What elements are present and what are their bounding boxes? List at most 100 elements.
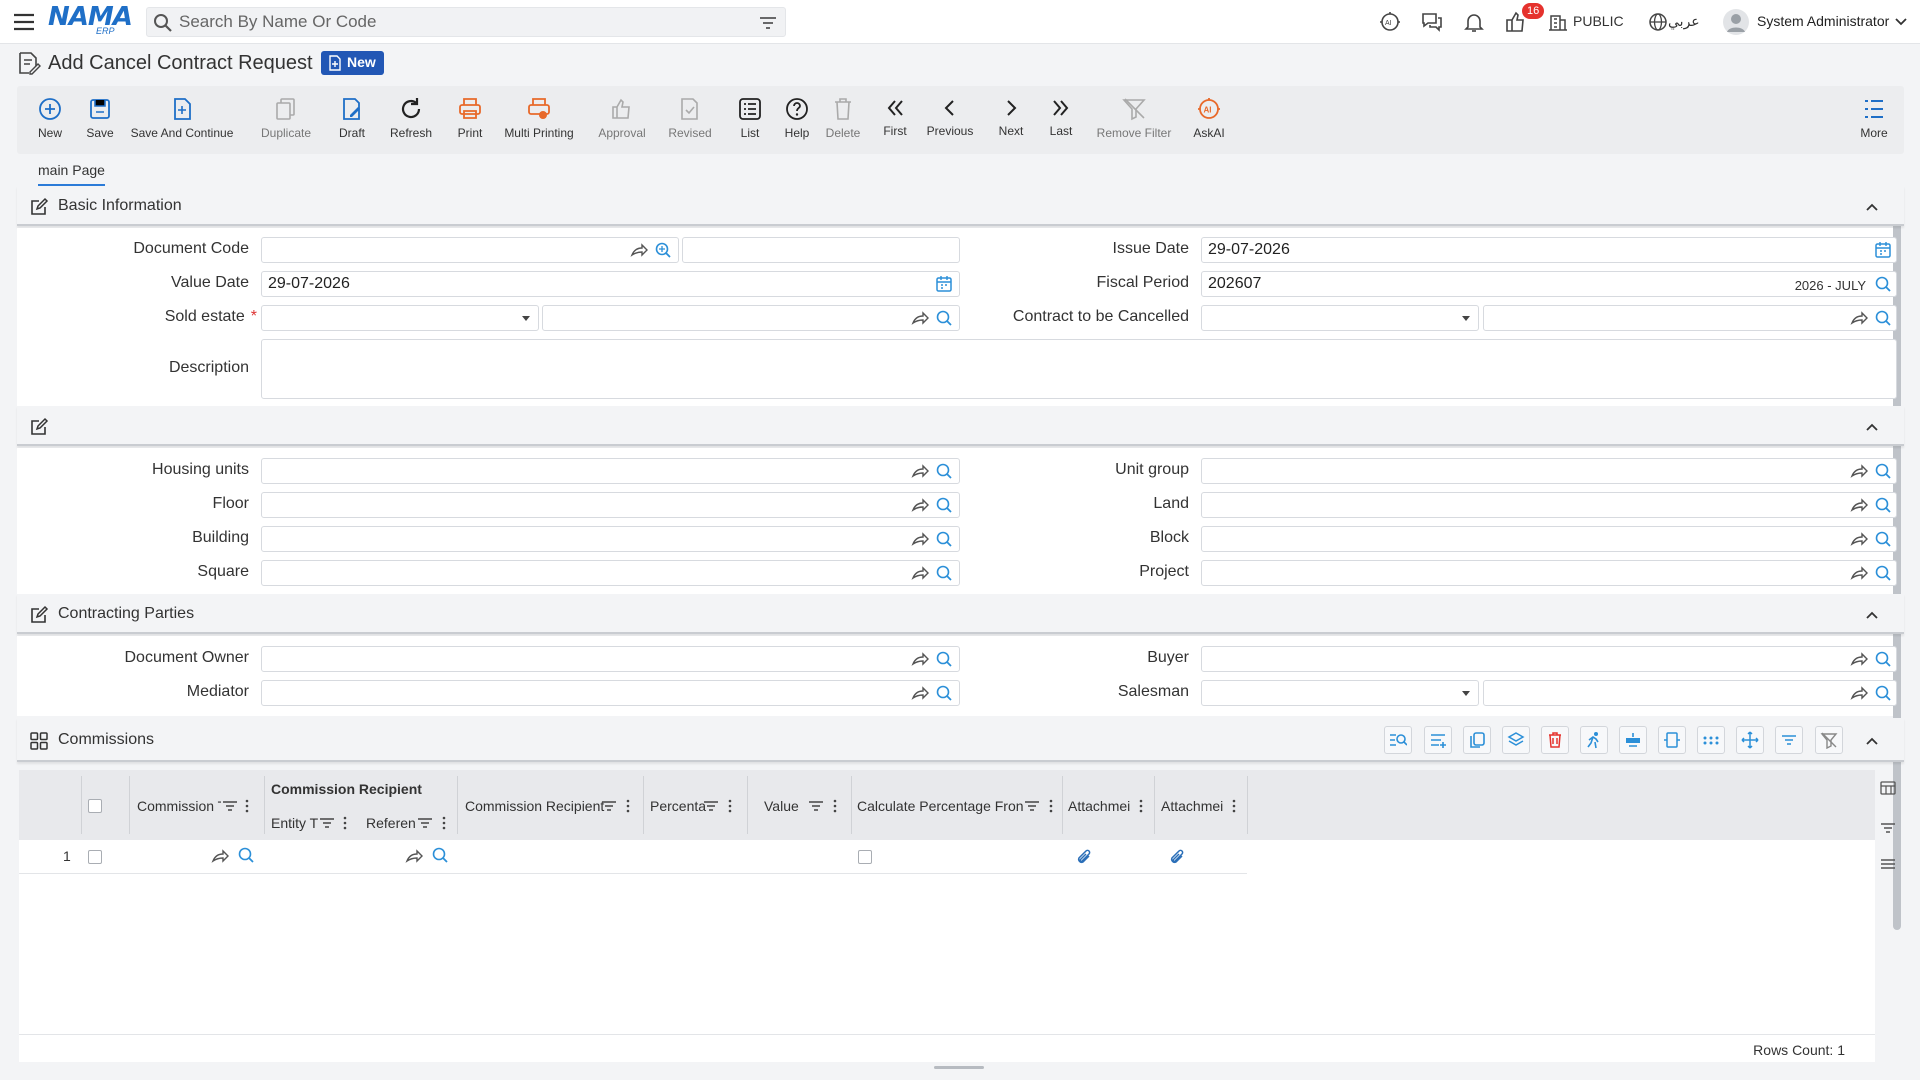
lookup-search-icon[interactable] [935, 530, 953, 548]
revised-button[interactable]: Revised [660, 96, 720, 140]
save-button[interactable]: Save [75, 96, 125, 140]
open-link-icon[interactable] [1850, 684, 1868, 702]
lookup-search-icon[interactable] [1874, 564, 1892, 582]
grid-search-button[interactable] [1384, 726, 1412, 754]
open-link-icon[interactable] [405, 847, 423, 865]
lookup-search-icon[interactable] [1874, 650, 1892, 668]
column-header-reference[interactable]: Referen [366, 815, 420, 831]
open-link-icon[interactable] [911, 684, 929, 702]
issue-date-input[interactable]: 29-07-2026 [1201, 237, 1897, 263]
global-search[interactable] [146, 7, 786, 37]
column-filter-icon[interactable] [808, 799, 824, 813]
column-menu-icon[interactable] [625, 799, 631, 813]
columns-panel-icon[interactable] [1880, 780, 1896, 796]
chevron-up-icon[interactable] [1864, 733, 1880, 749]
building-input[interactable] [261, 526, 960, 552]
open-link-icon[interactable] [1850, 530, 1868, 548]
filters-panel-icon[interactable] [1880, 820, 1896, 836]
column-header-calculate-percentage[interactable]: Calculate Percentage Fron [857, 798, 1029, 814]
lookup-search-icon[interactable] [935, 496, 953, 514]
table-row[interactable]: 1 [19, 840, 1247, 874]
column-menu-icon[interactable] [342, 816, 348, 830]
square-input[interactable] [261, 560, 960, 586]
draft-button[interactable]: Draft [329, 96, 375, 140]
previous-button[interactable]: Previous [920, 96, 980, 138]
open-link-icon[interactable] [1850, 650, 1868, 668]
lookup-search-icon[interactable] [431, 846, 449, 864]
multi-printing-button[interactable]: Multi Printing [494, 96, 584, 140]
document-code-name-input[interactable] [682, 237, 960, 263]
avatar[interactable] [1722, 8, 1750, 36]
column-filter-icon[interactable] [222, 799, 238, 813]
grid-run-button[interactable] [1580, 726, 1608, 754]
project-input[interactable] [1201, 560, 1897, 586]
nama-erp-logo[interactable]: NAMA ERP [48, 4, 133, 40]
column-filter-icon[interactable] [319, 816, 335, 830]
salesman-input[interactable] [1483, 680, 1897, 706]
chevron-down-icon[interactable] [1894, 15, 1908, 29]
chat-icon[interactable] [1420, 10, 1446, 36]
column-menu-icon[interactable] [1138, 799, 1144, 813]
column-menu-icon[interactable] [727, 799, 733, 813]
tab-main-page[interactable]: main Page [38, 162, 105, 186]
refresh-button[interactable]: Refresh [383, 96, 439, 140]
open-link-icon[interactable] [630, 241, 648, 259]
delete-button[interactable]: Delete [818, 96, 868, 140]
row-checkbox[interactable] [88, 850, 102, 864]
open-link-icon[interactable] [911, 462, 929, 480]
column-menu-icon[interactable] [1048, 799, 1054, 813]
next-button[interactable]: Next [991, 96, 1031, 138]
column-header-percentage[interactable]: Percenta [650, 798, 708, 814]
chevron-up-icon[interactable] [1864, 199, 1880, 215]
open-link-icon[interactable] [911, 496, 929, 514]
new-button[interactable]: New [20, 96, 80, 140]
column-filter-icon[interactable] [417, 816, 433, 830]
lookup-search-icon[interactable] [1874, 309, 1892, 327]
open-link-icon[interactable] [911, 530, 929, 548]
grid-add-row-button[interactable] [1424, 726, 1452, 754]
lookup-search-icon[interactable] [1874, 275, 1892, 293]
column-menu-icon[interactable] [832, 799, 838, 813]
fiscal-period-input[interactable]: 202607 2026 - JULY [1201, 271, 1897, 297]
more-button[interactable]: More [1852, 96, 1896, 140]
duplicate-button[interactable]: Duplicate [253, 96, 319, 140]
section-units[interactable] [17, 406, 1904, 446]
grid-filter-button[interactable] [1775, 726, 1803, 754]
column-menu-icon[interactable] [441, 816, 447, 830]
sold-estate-type-select[interactable] [261, 305, 539, 331]
column-header-value[interactable]: Value [764, 798, 814, 814]
lookup-search-icon[interactable] [935, 462, 953, 480]
lookup-search-icon[interactable] [935, 564, 953, 582]
open-link-icon[interactable] [1850, 496, 1868, 514]
chevron-up-icon[interactable] [1864, 419, 1880, 435]
user-name[interactable]: System Administrator [1757, 13, 1889, 29]
column-header-commission-type[interactable]: Commission T [137, 798, 221, 814]
lookup-search-icon[interactable] [654, 241, 672, 259]
list-button[interactable]: List [727, 96, 773, 140]
open-link-icon[interactable] [911, 650, 929, 668]
buyer-input[interactable] [1201, 646, 1897, 672]
lookup-search-icon[interactable] [935, 309, 953, 327]
column-filter-icon[interactable] [1024, 799, 1040, 813]
open-link-icon[interactable] [911, 309, 929, 327]
calculate-percentage-checkbox[interactable] [858, 850, 872, 864]
floor-input[interactable] [261, 492, 960, 518]
unit-group-input[interactable] [1201, 458, 1897, 484]
lookup-search-icon[interactable] [1874, 496, 1892, 514]
help-button[interactable]: Help [774, 96, 820, 140]
lookup-search-icon[interactable] [1874, 462, 1892, 480]
menu-lines-icon[interactable] [1880, 856, 1896, 872]
column-filter-icon[interactable] [601, 799, 617, 813]
contract-type-select[interactable] [1201, 305, 1479, 331]
section-contracting-parties[interactable]: Contracting Parties [17, 594, 1904, 634]
mediator-input[interactable] [261, 680, 960, 706]
select-all-checkbox[interactable] [88, 799, 102, 813]
section-basic-information[interactable]: Basic Information [17, 186, 1904, 226]
paperclip-icon[interactable] [1075, 848, 1093, 866]
column-filter-icon[interactable] [703, 799, 719, 813]
open-link-icon[interactable] [1850, 309, 1868, 327]
grid-copy-button[interactable] [1463, 726, 1491, 754]
last-button[interactable]: Last [1041, 96, 1081, 138]
document-code-input[interactable] [261, 237, 679, 263]
organization-label[interactable]: PUBLIC [1573, 13, 1624, 29]
